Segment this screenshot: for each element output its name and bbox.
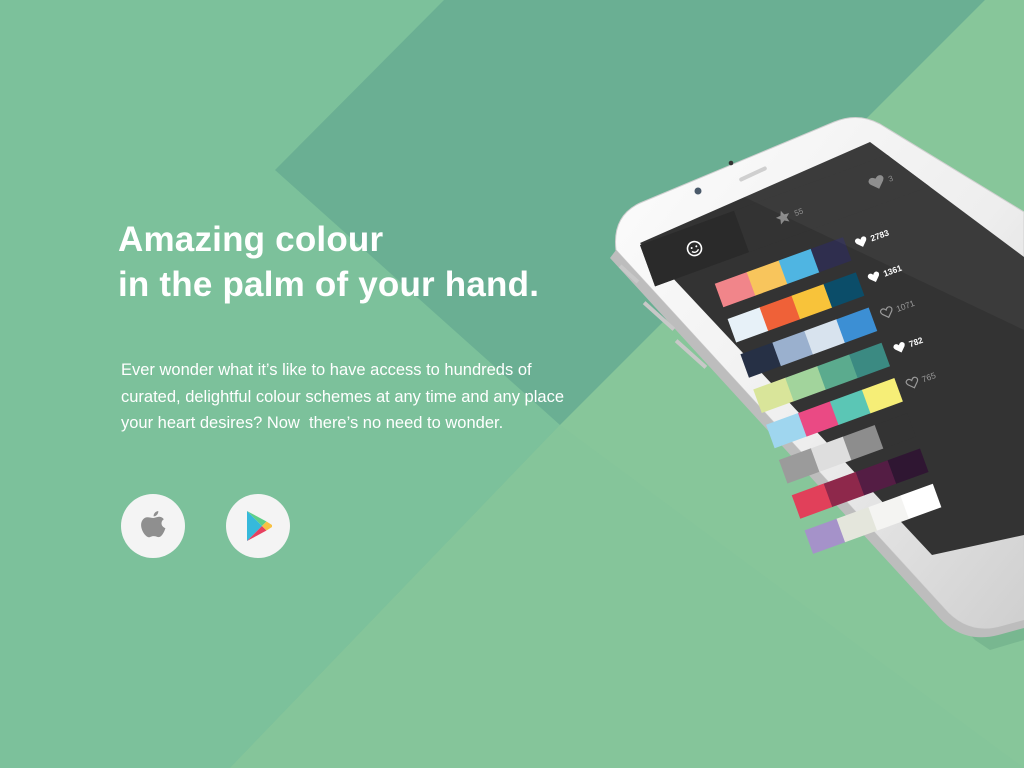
- hero-title: Amazing colour in the palm of your hand.: [118, 217, 539, 307]
- google-play-button[interactable]: [226, 494, 290, 558]
- hero-description-line-3: your heart desires? Now there’s no need …: [121, 414, 504, 432]
- apple-icon: [141, 511, 166, 538]
- hero-title-line-1: Amazing colour: [118, 220, 384, 259]
- google-play-icon: [247, 511, 272, 541]
- hero-description-line-2: curated, delightful colour schemes at an…: [121, 387, 565, 406]
- hero-title-line-2: in the palm of your hand.: [118, 265, 540, 304]
- hero-description: Ever wonder what it’s like to have acces…: [121, 357, 621, 437]
- app-store-button[interactable]: [121, 494, 185, 558]
- hero-description-line-1: Ever wonder what it’s like to have acces…: [121, 361, 532, 379]
